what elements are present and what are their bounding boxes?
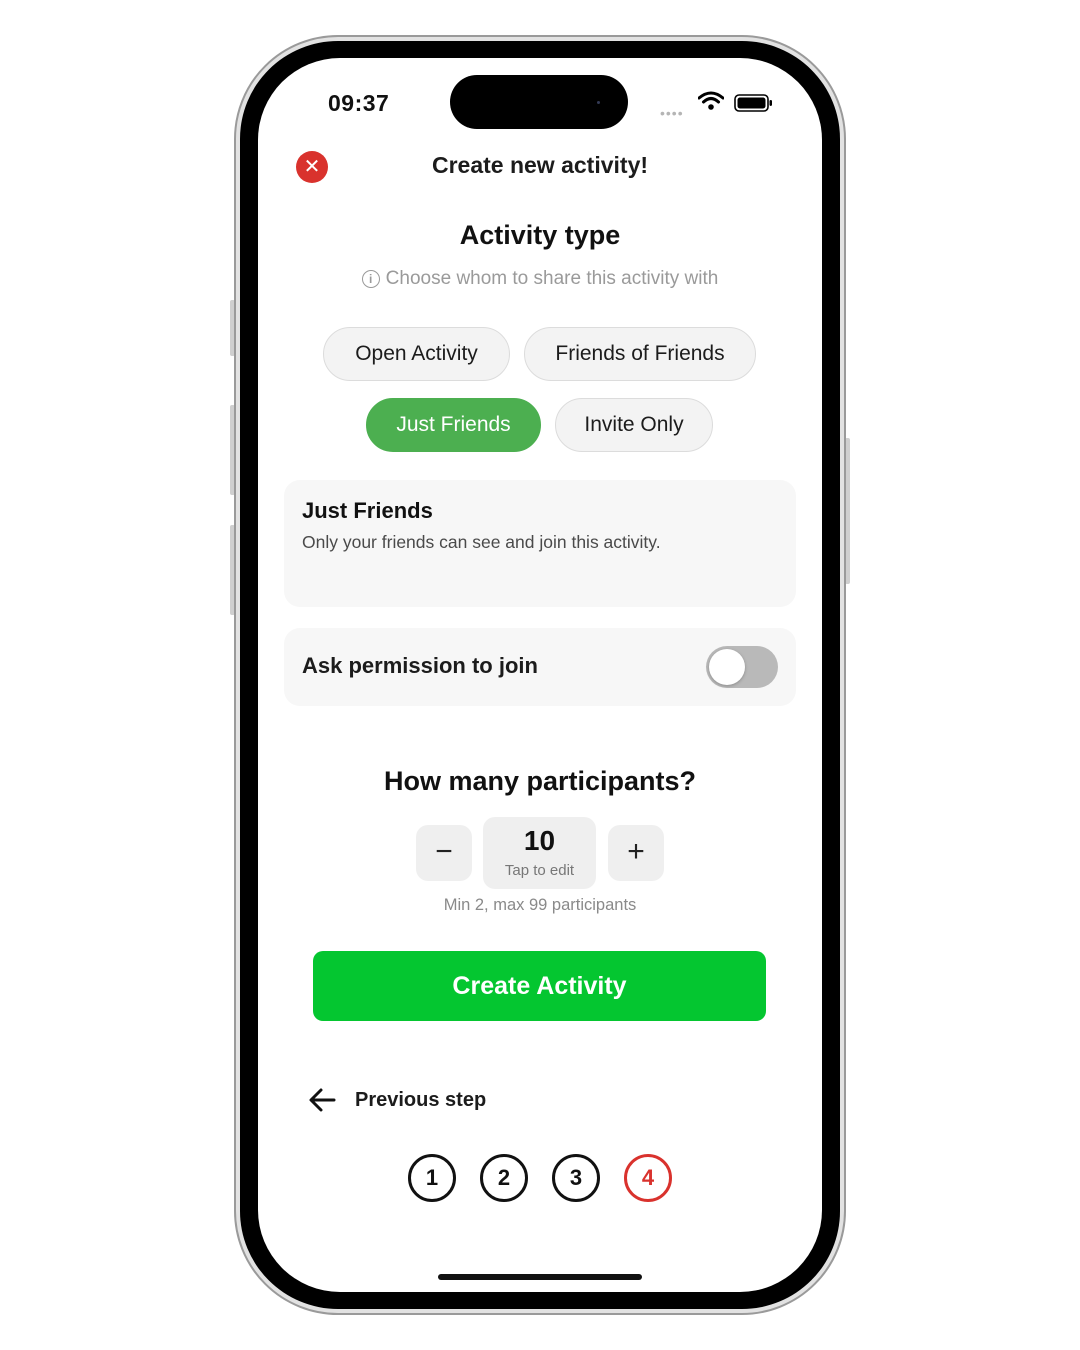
- step-indicator-1[interactable]: 1: [408, 1154, 456, 1202]
- info-icon: i: [361, 270, 380, 288]
- dynamic-island: [450, 75, 628, 129]
- option-description-text: Only your friends can see and join this …: [302, 532, 661, 552]
- increment-button[interactable]: +: [608, 825, 664, 881]
- option-open-activity[interactable]: Open Activity: [323, 327, 510, 381]
- option-friends-of-friends[interactable]: Friends of Friends: [524, 327, 756, 381]
- home-indicator[interactable]: [438, 1274, 642, 1280]
- app-screen: 09:37 •••• ✕ Create new activity! Activi…: [258, 58, 822, 1292]
- step-indicator-2[interactable]: 2: [480, 1154, 528, 1202]
- permission-toggle[interactable]: [706, 646, 778, 688]
- toggle-knob: [709, 649, 745, 685]
- cellular-signal-icon: ••••: [660, 105, 684, 121]
- step-indicator-4[interactable]: 4: [624, 1154, 672, 1202]
- participant-count-field[interactable]: 10 Tap to edit: [483, 817, 596, 889]
- activity-type-heading: Activity type: [459, 220, 621, 250]
- participant-range-note: Min 2, max 99 participants: [443, 896, 637, 914]
- create-activity-button[interactable]: Create Activity: [313, 951, 766, 1021]
- previous-step-label: Previous step: [355, 1089, 487, 1111]
- activity-type-hint-text: Choose whom to share this activity with: [385, 268, 719, 289]
- participant-count-hint: Tap to edit: [504, 862, 575, 879]
- permission-label: Ask permission to join: [302, 653, 538, 678]
- option-description-card: Just Friends Only your friends can see a…: [284, 480, 796, 607]
- battery-icon: [734, 93, 774, 118]
- camera-dot: [597, 101, 600, 104]
- participants-heading: How many participants?: [383, 766, 697, 796]
- option-just-friends[interactable]: Just Friends: [366, 398, 541, 452]
- option-description-title: Just Friends: [302, 498, 433, 523]
- arrow-left-icon: [308, 1087, 336, 1118]
- participant-count-value: 10: [523, 825, 556, 856]
- step-indicator-3[interactable]: 3: [552, 1154, 600, 1202]
- wifi-icon: [697, 91, 725, 116]
- page-title: Create new activity!: [431, 152, 649, 178]
- activity-type-hint: i Choose whom to share this activity with: [258, 268, 822, 290]
- status-time: 09:37: [328, 90, 390, 116]
- option-invite-only[interactable]: Invite Only: [555, 398, 713, 452]
- decrement-button[interactable]: −: [416, 825, 472, 881]
- permission-card: Ask permission to join: [284, 628, 796, 706]
